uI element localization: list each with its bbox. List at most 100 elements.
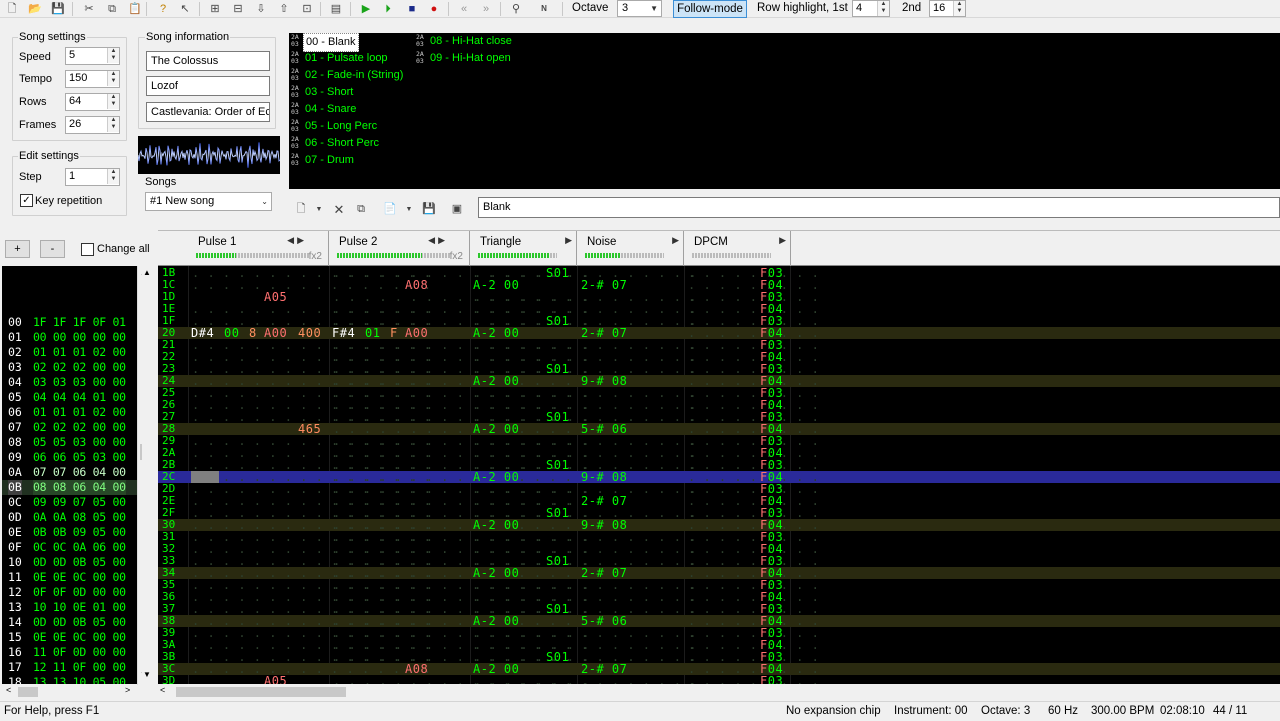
frame-row[interactable]: 04 03 03 03 00 00 — [2, 375, 142, 390]
pattern-horizontal-scrollbar[interactable]: < — [158, 684, 1280, 700]
next-track-icon[interactable]: » — [478, 1, 494, 17]
scroll-right-icon[interactable]: > — [125, 685, 130, 695]
load-instrument-icon[interactable]: 📄 — [382, 201, 398, 217]
whats-this-icon[interactable]: ↖ — [177, 1, 193, 17]
copy-icon[interactable]: ⧉ — [104, 1, 120, 17]
record-icon[interactable]: ● — [426, 1, 442, 17]
frame-row[interactable]: 14 0D 0D 0B 05 00 — [2, 615, 142, 630]
instrument-item[interactable]: 2A 03 00 - Blank — [291, 33, 359, 52]
instrument-name-input[interactable]: Blank — [478, 197, 1280, 218]
move-frame-down-icon[interactable]: ⇩ — [253, 1, 269, 17]
frame-row[interactable]: 0D 0A 0A 08 05 00 — [2, 510, 142, 525]
move-frame-up-icon[interactable]: ⇧ — [276, 1, 292, 17]
instrument-item[interactable]: 2A 03 05 - Long Perc — [291, 118, 379, 135]
spin-arrows-icon[interactable]: ▲ ▼ — [107, 71, 119, 86]
channel-pulse-2[interactable]: Pulse 2 fx2 ◀ ▶ — [329, 231, 470, 266]
scrollbar-thumb[interactable] — [176, 687, 346, 697]
instrument-item[interactable]: 2A 03 01 - Pulsate loop — [291, 50, 390, 67]
expand-right-icon[interactable]: ▶ — [672, 235, 679, 246]
chevron-down-icon[interactable]: ▼ — [401, 201, 417, 217]
instrument-list[interactable]: 2A 03 00 - Blank 2A 03 01 - Pulsate loop 2A 03 0… — [289, 33, 1280, 189]
paste-icon[interactable]: 📋 — [127, 1, 143, 17]
frame-row[interactable]: 05 04 04 04 01 00 — [2, 390, 142, 405]
tempo-input[interactable]: 150 ▲ ▼ — [65, 70, 120, 88]
play-pattern-icon[interactable]: ⏵ — [380, 1, 396, 17]
expand-right-icon[interactable]: ▶ — [297, 235, 304, 246]
chevron-down-icon[interactable]: ▼ — [311, 201, 327, 217]
module-properties-icon[interactable]: ▤ — [328, 1, 344, 17]
clone-instrument-icon[interactable]: ⧉ — [353, 201, 369, 217]
frame-row[interactable]: 0A 07 07 06 04 00 — [2, 465, 142, 480]
spin-arrows-icon[interactable]: ▲ ▼ — [953, 1, 965, 16]
frame-row[interactable]: 10 0D 0D 0B 05 00 — [2, 555, 142, 570]
scrollbar-thumb[interactable] — [18, 687, 38, 697]
frame-row[interactable]: 16 11 0F 0D 00 00 — [2, 645, 142, 660]
nsf-export-icon[interactable]: N — [536, 1, 552, 17]
row-highlight-1st-input[interactable]: 4 ▲ ▼ — [852, 0, 890, 17]
scroll-left-icon[interactable]: < — [160, 685, 165, 695]
instrument-item[interactable]: 2A 03 02 - Fade-in (String) — [291, 67, 405, 84]
expand-right-icon[interactable]: ▶ — [779, 235, 786, 246]
settings-icon[interactable]: ⚲ — [508, 1, 524, 17]
frame-row[interactable]: 17 12 11 0F 00 00 — [2, 660, 142, 675]
pattern-editor[interactable]: 1B. . . . . . . . . . . . . . . .. . . .… — [158, 266, 1280, 685]
frame-row[interactable]: 08 05 05 03 00 00 — [2, 435, 142, 450]
row-highlight-2nd-input[interactable]: 16 ▲ ▼ — [929, 0, 966, 17]
remove-instrument-icon[interactable]: ✕ — [331, 201, 347, 217]
frame-row[interactable]: 02 01 01 01 02 00 — [2, 345, 142, 360]
help-icon[interactable]: ? — [155, 1, 171, 17]
frame-row[interactable]: 0B 08 08 06 04 00 — [2, 480, 142, 495]
remove-frame-button[interactable]: - — [40, 240, 65, 258]
speed-input[interactable]: 5 ▲ ▼ — [65, 47, 120, 65]
spin-arrows-icon[interactable]: ▲ ▼ — [107, 117, 119, 132]
expand-right-icon[interactable]: ▶ — [438, 235, 445, 246]
edit-instrument-icon[interactable]: ▣ — [449, 201, 465, 217]
collapse-left-icon[interactable]: ◀ — [428, 235, 435, 246]
collapse-left-icon[interactable]: ◀ — [287, 235, 294, 246]
new-instrument-icon[interactable]: 🗋 — [293, 201, 309, 217]
frame-row[interactable]: 06 01 01 01 02 00 — [2, 405, 142, 420]
frame-row[interactable]: 12 0F 0F 0D 00 00 — [2, 585, 142, 600]
frames-input[interactable]: 26 ▲ ▼ — [65, 116, 120, 134]
frame-list[interactable]: 00 1F 1F 1F 0F 01 01 00 00 00 00 00 02 01 01 … — [2, 266, 153, 685]
scroll-left-icon[interactable]: < — [6, 685, 11, 695]
instrument-item[interactable]: 2A 03 07 - Drum — [291, 152, 356, 169]
frame-row[interactable]: 0E 0B 0B 09 05 00 — [2, 525, 142, 540]
channel-dpcm[interactable]: DPCM ▶ — [684, 231, 791, 266]
step-input[interactable]: 1 ▲ ▼ — [65, 168, 120, 186]
rows-input[interactable]: 64 ▲ ▼ — [65, 93, 120, 111]
frame-row[interactable]: 09 06 06 05 03 00 — [2, 450, 142, 465]
instrument-item[interactable]: 2A 03 08 - Hi-Hat close — [416, 33, 514, 50]
song-select[interactable]: #1 New song ⌄ — [145, 192, 272, 211]
key-repetition-checkbox[interactable]: ✓ — [20, 194, 33, 207]
frame-row[interactable]: 03 02 02 02 00 00 — [2, 360, 142, 375]
channel-pulse-1[interactable]: Pulse 1 fx2 ◀ ▶ — [188, 231, 329, 266]
play-icon[interactable]: ▶ — [358, 1, 374, 17]
cut-icon[interactable]: ✂ — [81, 1, 97, 17]
follow-mode-button[interactable]: Follow-mode — [673, 0, 747, 18]
frame-row[interactable]: 01 00 00 00 00 00 — [2, 330, 142, 345]
channel-triangle[interactable]: Triangle ▶ — [470, 231, 577, 266]
frame-row[interactable]: 0F 0C 0C 0A 06 00 — [2, 540, 142, 555]
channel-noise[interactable]: Noise ▶ — [577, 231, 684, 266]
change-all-checkbox[interactable] — [81, 243, 94, 256]
scroll-up-icon[interactable]: ▲ — [143, 268, 151, 277]
new-file-icon[interactable]: 🗋 — [4, 1, 20, 17]
song-artist-input[interactable]: Lozof — [146, 76, 270, 96]
instrument-item[interactable]: 2A 03 04 - Snare — [291, 101, 358, 118]
octave-select[interactable]: 3 ▼ — [617, 0, 662, 17]
stop-icon[interactable]: ■ — [404, 1, 420, 17]
insert-frame-icon[interactable]: ⊞ — [207, 1, 223, 17]
duplicate-frame-icon[interactable]: ⊡ — [299, 1, 315, 17]
frame-row[interactable]: 00 1F 1F 1F 0F 01 — [2, 315, 142, 330]
open-folder-icon[interactable]: 📂 — [27, 1, 43, 17]
prev-track-icon[interactable]: « — [456, 1, 472, 17]
song-name-input[interactable]: The Colossus — [146, 51, 270, 71]
spin-arrows-icon[interactable]: ▲ ▼ — [107, 94, 119, 109]
frame-list-hscrollbar[interactable]: < > — [2, 684, 137, 700]
instrument-item[interactable]: 2A 03 09 - Hi-Hat open — [416, 50, 513, 67]
song-copyright-input[interactable]: Castlevania: Order of Ec — [146, 102, 270, 122]
remove-frame-icon[interactable]: ⊟ — [230, 1, 246, 17]
pattern-vertical-scrollbar[interactable]: ▲ ▼ — [142, 266, 156, 685]
scroll-down-icon[interactable]: ▼ — [143, 670, 151, 679]
